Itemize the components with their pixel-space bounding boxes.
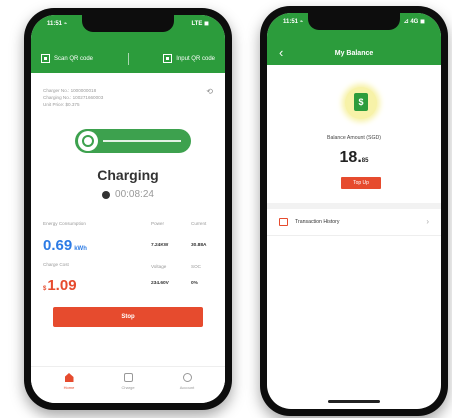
transaction-history-row[interactable]: Transaction History › — [267, 213, 441, 231]
tab-account[interactable]: Account — [167, 373, 207, 390]
clock-icon — [102, 190, 111, 199]
home-icon — [64, 373, 74, 382]
charging-no: Charging No.: 100271660003 — [43, 95, 104, 100]
balance-screen: 11:51 ⌁ ⊿ 4G ◼ ‹ My Balance $ Balance Am… — [267, 13, 441, 409]
chevron-right-icon: › — [426, 217, 429, 226]
tab-charge-label: Charge — [121, 385, 135, 390]
power-value: 7.24KW — [151, 243, 169, 248]
charging-timer: 00:08:24 — [31, 189, 225, 200]
soc-label: SOC — [191, 264, 201, 269]
qr-bar-divider — [128, 53, 129, 65]
timer-value: 00:08:24 — [115, 189, 154, 200]
balance-int: 18. — [339, 149, 362, 166]
charger-no: Charger No.: 1000000018 — [43, 88, 97, 93]
section-divider — [267, 203, 441, 209]
voltage-label: Voltage — [151, 264, 167, 269]
refresh-icon[interactable]: ⟲ — [206, 87, 213, 96]
phone-charging: 11:51 ⌁ LTE ◼ Scan QR code Input QR code… — [24, 8, 232, 410]
cost-label: Charge Cost — [43, 262, 69, 267]
tab-home[interactable]: Home — [49, 373, 89, 390]
plug-cable — [103, 140, 181, 142]
charging-status-title: Charging — [97, 167, 159, 183]
status-time: 11:51 ⌁ — [283, 19, 304, 25]
balance-label: Balance Amount (SGD) — [327, 135, 381, 141]
scan-qr-button[interactable]: Scan QR code — [41, 54, 93, 63]
transaction-history-label: Transaction History — [295, 219, 340, 225]
current-value: 30.88A — [191, 243, 207, 248]
status-signal: LTE ◼ — [191, 21, 209, 27]
input-qr-label: Input QR code — [176, 55, 215, 62]
energy-unit: kWh — [74, 246, 87, 252]
account-icon — [182, 373, 192, 382]
cost-currency: $ — [43, 286, 47, 292]
current-label: Current — [191, 221, 207, 226]
tab-home-label: Home — [63, 385, 75, 390]
energy-label: Energy Consumption — [43, 221, 86, 226]
plug-icon — [78, 131, 98, 151]
cost-number: 1.09 — [47, 277, 77, 294]
input-qr-icon — [163, 54, 173, 63]
tab-bar: Home Charge Account — [31, 366, 225, 403]
status-time: 11:51 ⌁ — [47, 21, 68, 27]
soc-value: 0% — [191, 281, 198, 286]
input-qr-button[interactable]: Input QR code — [163, 54, 215, 63]
scan-qr-icon — [41, 54, 50, 63]
phone-notch — [308, 13, 400, 30]
top-up-button[interactable]: Top Up — [341, 177, 381, 189]
cost-value: $1.09 — [43, 277, 77, 294]
unit-price: Unit Price: $0.375 — [43, 102, 80, 107]
balance-amount: 18.85 — [267, 149, 441, 167]
phone-notch — [82, 15, 174, 32]
stop-button[interactable]: Stop — [53, 307, 203, 327]
power-label: Power — [151, 221, 165, 226]
tab-account-label: Account — [179, 385, 195, 390]
row-divider — [267, 235, 441, 236]
home-indicator[interactable] — [328, 400, 380, 403]
scan-qr-label: Scan QR code — [54, 55, 94, 62]
qr-bar: Scan QR code Input QR code — [31, 51, 225, 69]
money-icon: $ — [354, 93, 368, 111]
page-title: My Balance — [334, 50, 374, 57]
transaction-history-icon — [279, 218, 288, 226]
energy-value: 0.69 kWh — [43, 237, 87, 254]
charger-info: Charger No.: 1000000018 Charging No.: 10… — [43, 87, 103, 108]
status-signal: ⊿ 4G ◼ — [403, 19, 425, 25]
charge-icon — [123, 373, 133, 382]
charging-screen: 11:51 ⌁ LTE ◼ Scan QR code Input QR code… — [31, 15, 225, 403]
charging-plug-graphic — [75, 129, 191, 153]
balance-decimal: 85 — [361, 158, 369, 164]
voltage-value: 234.60V — [151, 281, 169, 286]
tab-charge[interactable]: Charge — [108, 373, 148, 390]
energy-number: 0.69 — [43, 237, 73, 254]
wallet-icon: $ — [345, 87, 377, 119]
phone-balance: 11:51 ⌁ ⊿ 4G ◼ ‹ My Balance $ Balance Am… — [260, 6, 448, 416]
